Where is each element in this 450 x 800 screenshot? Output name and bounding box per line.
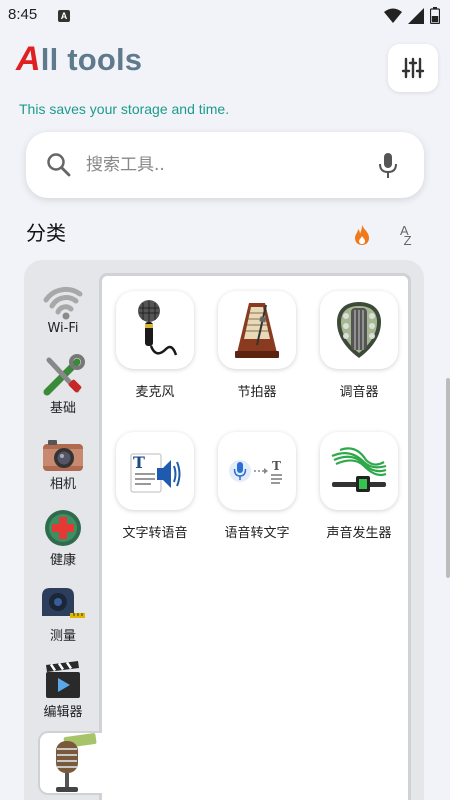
tools-icon	[43, 354, 85, 396]
svg-text:T: T	[272, 459, 281, 473]
category-wifi[interactable]: Wi-Fi	[26, 276, 100, 336]
search-input[interactable]	[86, 150, 366, 180]
voice-search-icon[interactable]	[378, 152, 398, 180]
category-label: 测量	[49, 629, 76, 644]
hot-sort-icon[interactable]	[352, 224, 372, 246]
svg-text:T: T	[133, 453, 145, 472]
tool-tuner[interactable]: 调音器	[314, 291, 404, 400]
settings-button[interactable]	[388, 44, 438, 92]
category-label: 基础	[49, 401, 76, 416]
tool-label: 调音器	[339, 385, 379, 400]
category-editor[interactable]: 编辑器	[26, 656, 100, 720]
tool-speech-to-text[interactable]: T 语音转文字	[212, 432, 302, 541]
tool-label: 语音转文字	[224, 526, 290, 541]
tool-label: 麦克风	[135, 385, 175, 400]
tool-label: 文字转语音	[122, 526, 188, 541]
status-bar: 8:45 A	[0, 0, 450, 32]
sort-az-icon[interactable]: A Z	[400, 224, 412, 247]
wifi-signal-icon	[384, 8, 402, 23]
tool-metronome[interactable]: 节拍器	[212, 291, 302, 400]
vintage-mic-icon	[56, 733, 97, 792]
metronome-icon	[235, 303, 279, 358]
clapperboard-icon	[46, 661, 80, 698]
subtitle: This saves your storage and time.	[19, 101, 230, 117]
camera-icon	[43, 440, 83, 471]
text-to-speech-icon: T	[130, 453, 181, 493]
health-cross-icon	[45, 510, 81, 546]
category-camera[interactable]: 相机	[26, 428, 100, 492]
category-health[interactable]: 健康	[26, 504, 100, 568]
category-measure[interactable]: 测量	[26, 580, 100, 644]
tool-microphone[interactable]: 麦克风	[110, 291, 200, 400]
search-icon	[47, 153, 71, 177]
notification-icon: A	[58, 10, 70, 22]
sliders-icon	[401, 57, 425, 79]
category-label: Wi-Fi	[47, 321, 79, 336]
category-label: 健康	[49, 553, 76, 568]
category-audio-selected[interactable]	[38, 731, 102, 795]
category-basic[interactable]: 基础	[26, 352, 100, 416]
microphone-icon	[138, 300, 178, 356]
search-bar[interactable]	[26, 132, 424, 198]
tape-measure-icon	[42, 588, 85, 618]
cell-signal-icon	[408, 7, 424, 24]
app-title: All tools	[16, 40, 143, 78]
tool-label: 节拍器	[237, 385, 277, 400]
guitar-tuner-icon	[337, 302, 381, 358]
speech-to-text-icon: T	[229, 459, 282, 484]
sound-generator-icon	[331, 447, 387, 492]
wifi-icon	[43, 286, 83, 320]
tool-sound-generator[interactable]: 声音发生器	[314, 432, 404, 541]
tool-text-to-speech[interactable]: T 文字转语音	[110, 432, 200, 541]
scrollbar[interactable]	[446, 378, 450, 578]
tool-label: 声音发生器	[326, 526, 392, 541]
status-time: 8:45	[8, 6, 38, 23]
category-section-title: 分类	[26, 221, 66, 245]
category-label: 编辑器	[43, 705, 83, 720]
battery-icon	[430, 7, 440, 24]
status-indicators	[384, 7, 440, 24]
category-label: 相机	[49, 477, 76, 492]
